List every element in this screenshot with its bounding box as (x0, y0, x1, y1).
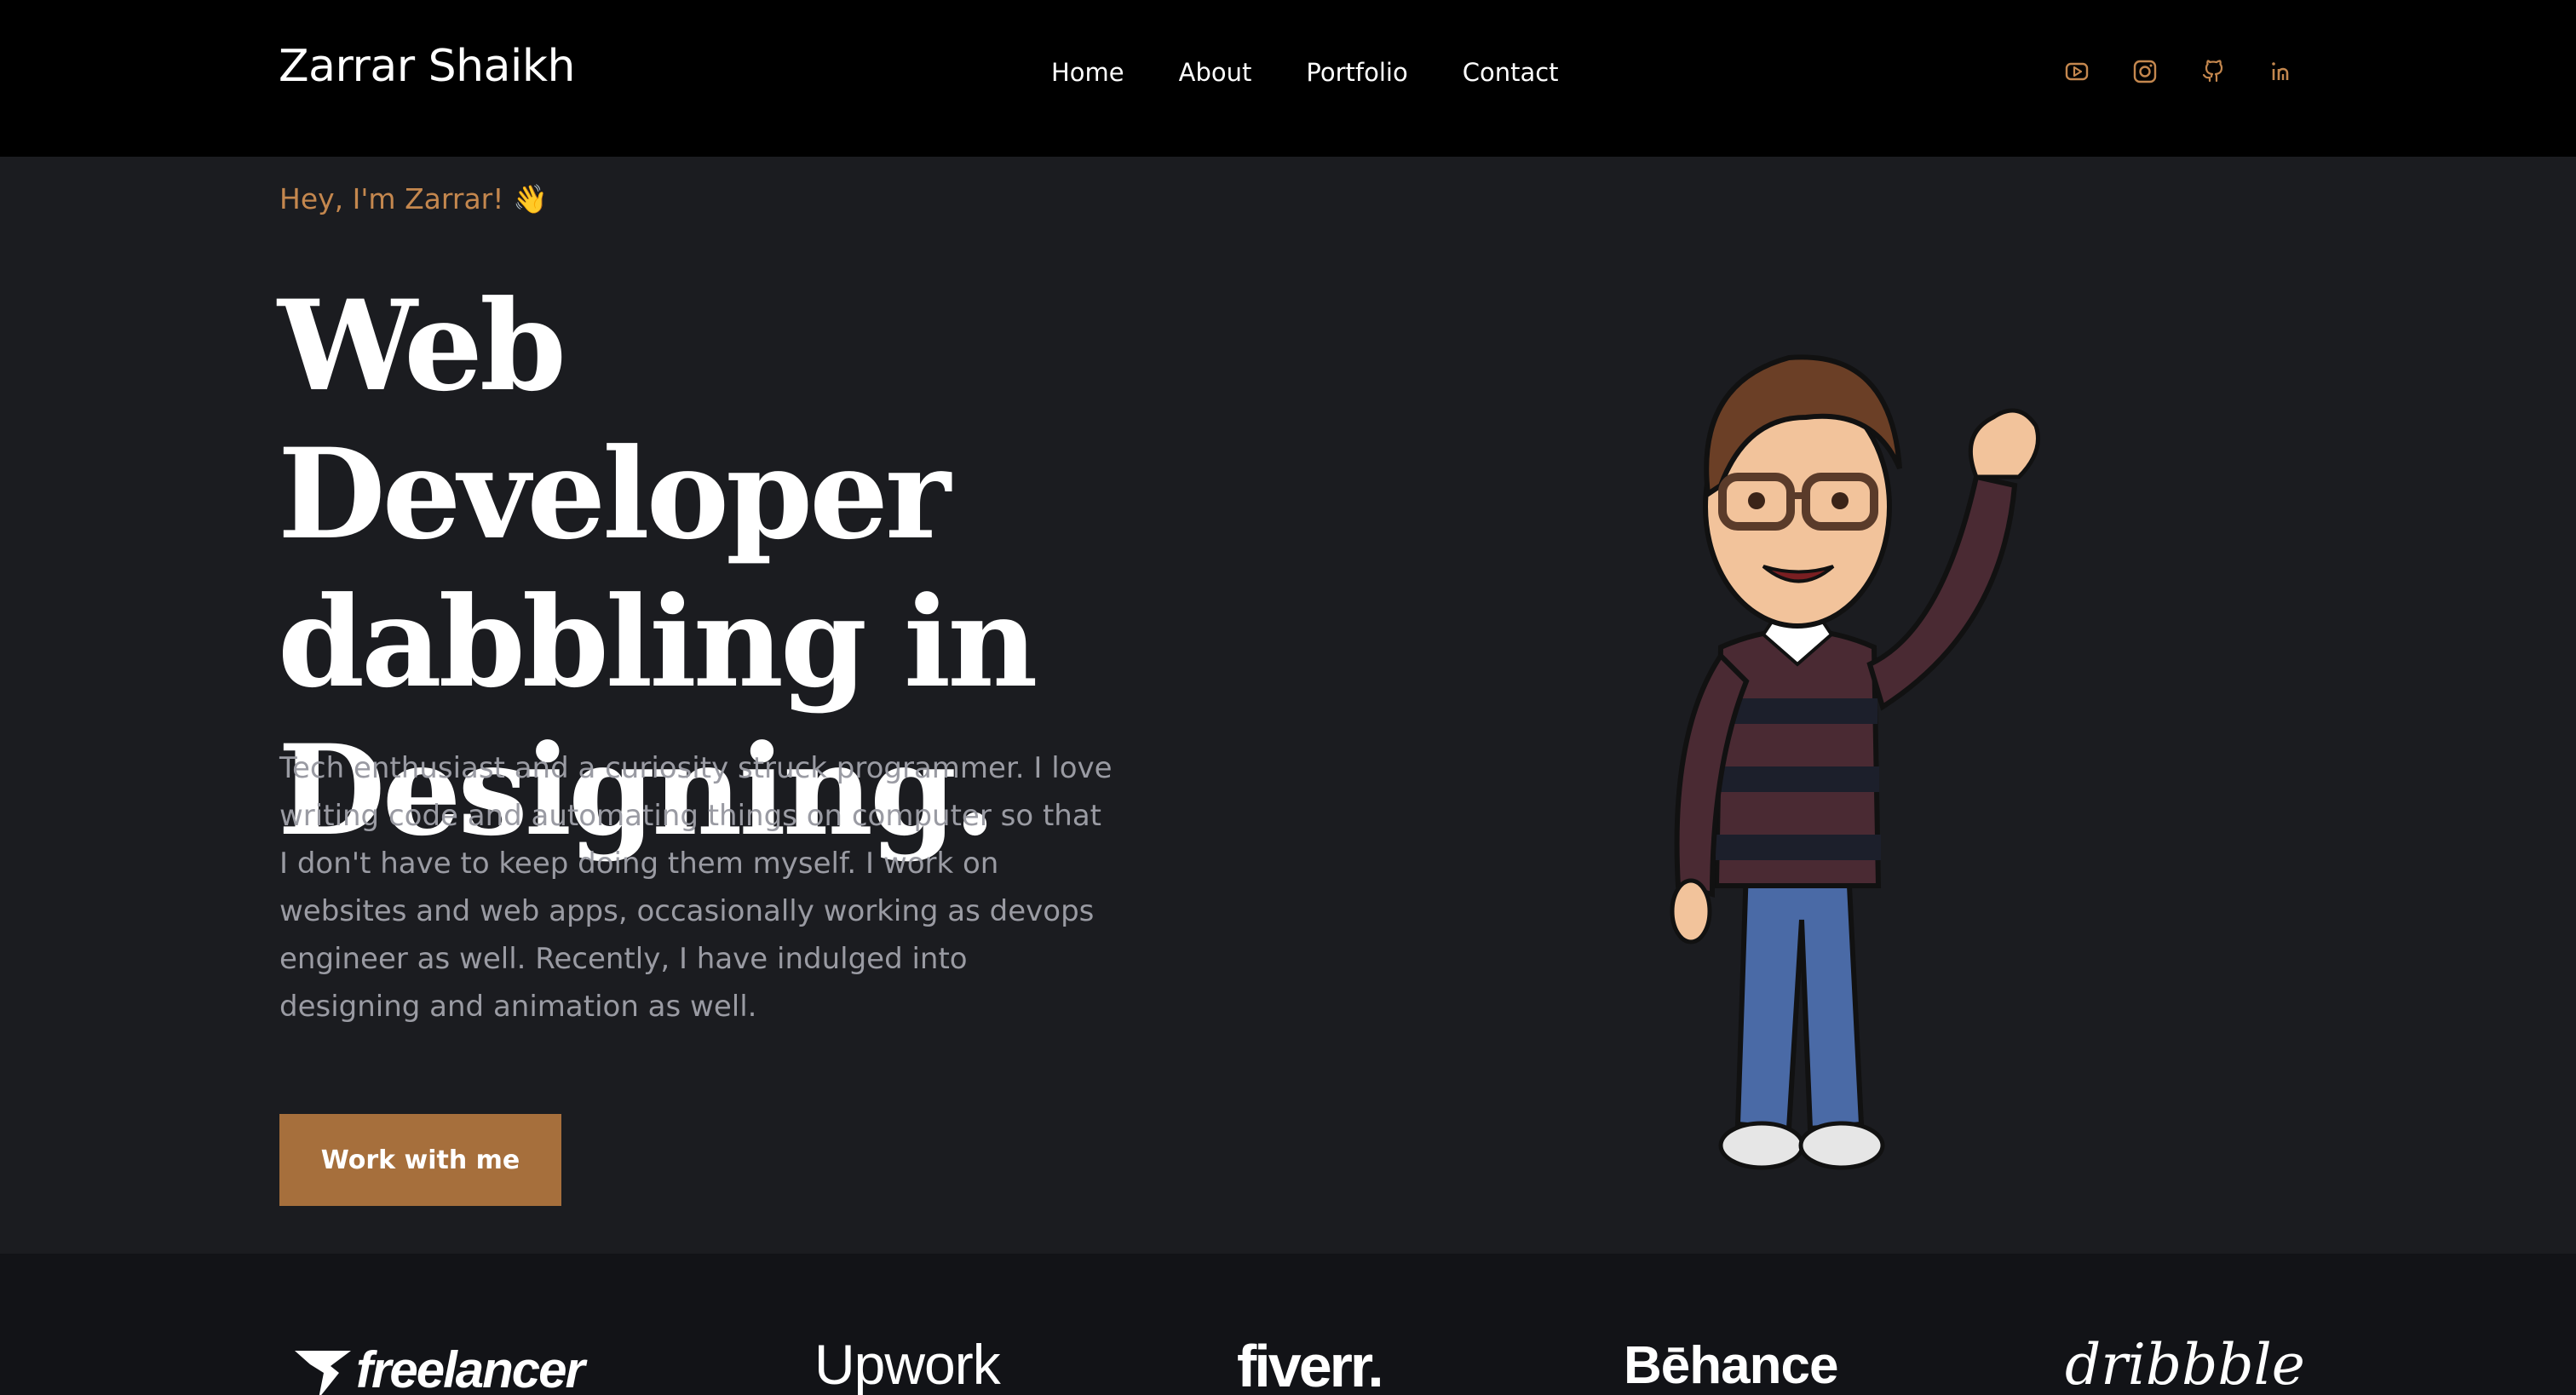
main-nav: Home About Portfolio Contact (1051, 58, 1559, 87)
social-links (2063, 58, 2295, 85)
hero-description: Tech enthusiast and a curiosity struck p… (279, 751, 1113, 1024)
page: Zarrar Shaikh Home About Portfolio Conta… (0, 0, 2576, 1395)
nav-portfolio-link[interactable]: Portfolio (1306, 58, 1407, 87)
avatar-illustration (1670, 354, 2040, 1170)
hero-title-line: dabbling in (278, 570, 1038, 715)
work-with-me-button[interactable]: Work with me (279, 1114, 561, 1206)
dribbble-logo: dribbble (2065, 1332, 2305, 1395)
site-header: Zarrar Shaikh Home About Portfolio Conta… (0, 0, 2576, 157)
fiverr-logo: fiverr. (1237, 1333, 1384, 1395)
behance-logo: Bēhance (1624, 1336, 1838, 1395)
nav-home-link[interactable]: Home (1051, 58, 1124, 87)
hero-greeting: Hey, I'm Zarrar! 👋 (279, 182, 549, 215)
freelancer-logo: freelancer (293, 1340, 585, 1395)
nav-contact-link[interactable]: Contact (1463, 58, 1559, 87)
upwork-logo: Upwork (814, 1333, 1001, 1395)
freelancer-logo-text: freelancer (356, 1341, 585, 1395)
github-icon[interactable] (2199, 58, 2227, 85)
brand-name[interactable]: Zarrar Shaikh (279, 41, 575, 92)
hero-title-line: Web Developer (278, 273, 951, 567)
linkedin-icon[interactable] (2268, 58, 2295, 85)
instagram-icon[interactable] (2131, 58, 2159, 85)
youtube-icon[interactable] (2063, 58, 2090, 85)
nav-about-link[interactable]: About (1179, 58, 1252, 87)
freelancer-bird-icon (295, 1351, 351, 1395)
client-logos: freelancer Upwork fiverr. Bēhance dribbb… (0, 1254, 2576, 1395)
